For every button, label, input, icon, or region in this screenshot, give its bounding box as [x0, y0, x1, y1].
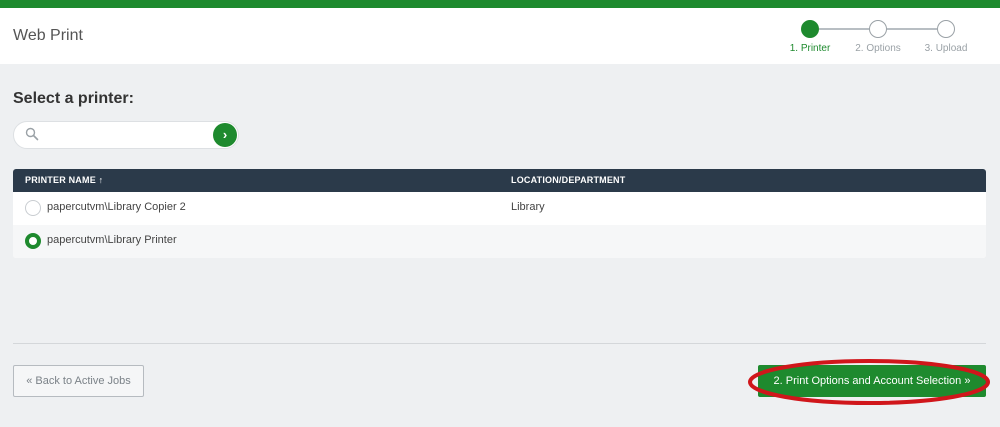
search-input[interactable] — [46, 126, 211, 144]
table-row[interactable]: papercutvm\Library Printer — [13, 225, 986, 258]
stepper-connector — [887, 28, 937, 30]
step-dot-upload — [937, 20, 955, 38]
footer-divider — [13, 343, 986, 344]
printer-name-cell: papercutvm\Library Printer — [47, 234, 177, 246]
stepper-connector — [819, 28, 869, 30]
section-title: Select a printer: — [13, 90, 134, 107]
column-header-printer-name[interactable]: PRINTER NAME ↑ — [25, 175, 103, 185]
printer-location-cell: Library — [511, 201, 545, 213]
top-accent-bar — [0, 0, 1000, 8]
annotation-highlight-ellipse — [748, 359, 990, 405]
printer-radio[interactable] — [25, 200, 41, 216]
header: Web Print 1. Printer 2. Options 3. Uploa… — [0, 8, 1000, 64]
printer-radio-selected[interactable] — [25, 233, 41, 249]
step-label-options: 2. Options — [855, 43, 901, 54]
search-box: › — [13, 121, 239, 149]
table-row[interactable]: papercutvm\Library Copier 2 Library — [13, 192, 986, 225]
back-to-active-jobs-button[interactable]: « Back to Active Jobs — [13, 365, 144, 397]
step-label-printer: 1. Printer — [789, 43, 831, 54]
search-icon — [25, 127, 39, 141]
step-dot-printer — [801, 20, 819, 38]
printer-name-cell: papercutvm\Library Copier 2 — [47, 201, 186, 213]
printer-table: PRINTER NAME ↑ LOCATION/DEPARTMENT paper… — [13, 169, 986, 258]
table-header: PRINTER NAME ↑ LOCATION/DEPARTMENT — [13, 169, 986, 192]
step-dot-options — [869, 20, 887, 38]
column-header-location[interactable]: LOCATION/DEPARTMENT — [511, 175, 625, 185]
search-go-button[interactable]: › — [213, 123, 237, 147]
step-label-upload: 3. Upload — [924, 43, 968, 54]
progress-stepper: 1. Printer 2. Options 3. Upload — [790, 20, 1000, 60]
app-title: Web Print — [13, 27, 83, 44]
